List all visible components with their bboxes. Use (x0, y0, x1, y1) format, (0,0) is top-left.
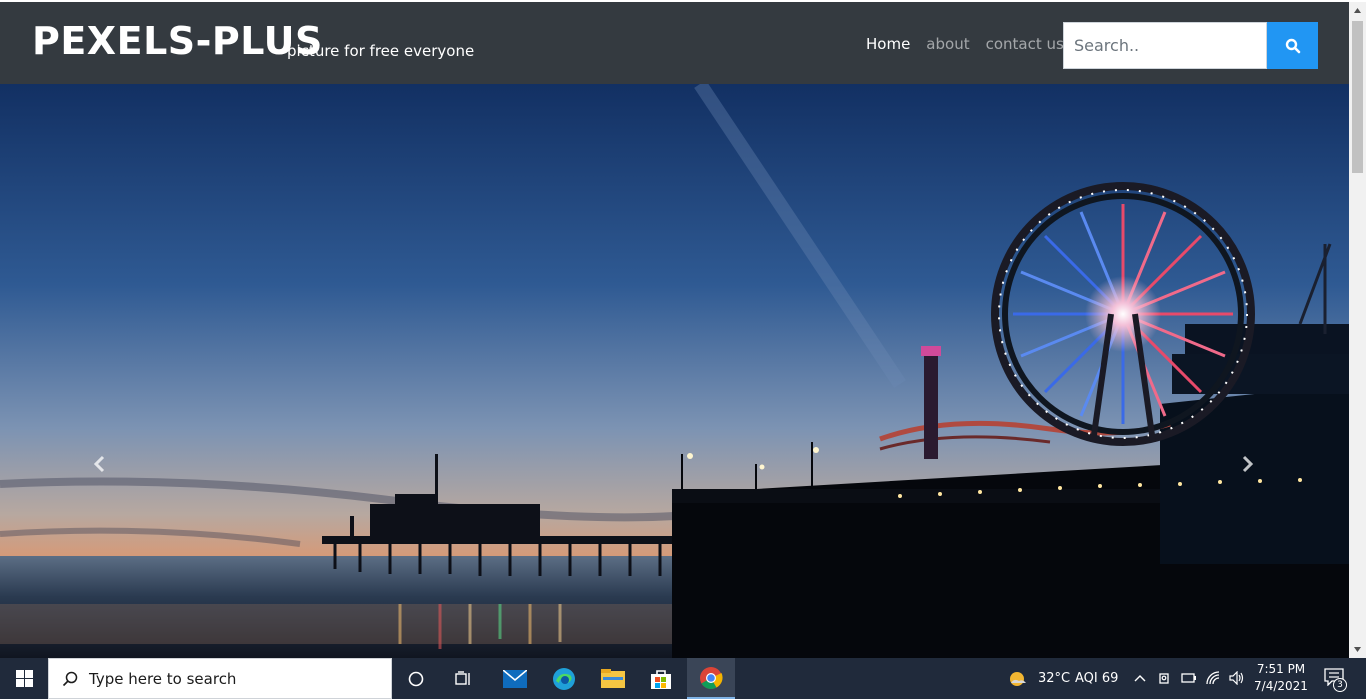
search-input[interactable] (1063, 22, 1267, 69)
edge-app-button[interactable] (540, 658, 588, 699)
chrome-icon (700, 666, 723, 689)
volume-icon[interactable] (1229, 671, 1245, 685)
search-icon (1285, 38, 1300, 53)
brand-logo[interactable]: PEXELS-PLUS (32, 19, 323, 63)
chevron-left-icon (93, 455, 105, 473)
taskbar-search-placeholder: Type here to search (89, 669, 237, 688)
mail-icon (503, 669, 527, 688)
cortana-icon (408, 671, 424, 686)
carousel-next-button[interactable] (1227, 444, 1267, 484)
browser-viewport: PEXELS-PLUS picture for free everyone Ho… (0, 0, 1366, 658)
taskbar-clock[interactable]: 7:51 PM 7/4/2021 (1250, 661, 1312, 695)
nav-link-home[interactable]: Home (858, 35, 918, 53)
mail-app-button[interactable] (491, 658, 539, 699)
chevron-right-icon (1242, 455, 1254, 473)
task-view-icon (455, 670, 470, 685)
notification-center-button[interactable]: 3 (1322, 666, 1348, 692)
weather-temperature[interactable]: 32°C (1038, 671, 1070, 686)
start-button[interactable] (0, 658, 48, 699)
weather-icon[interactable] (1008, 669, 1028, 689)
clock-date: 7/4/2021 (1254, 679, 1308, 693)
scroll-down-icon[interactable] (1353, 645, 1362, 654)
battery-icon[interactable] (1181, 672, 1197, 684)
store-app-button[interactable] (637, 658, 685, 699)
clock-time: 7:51 PM (1256, 662, 1306, 676)
store-icon (651, 669, 671, 689)
scroll-up-icon[interactable] (1353, 6, 1362, 15)
taskbar: Type here to search 32°C AQI 69 7:51 PM … (0, 658, 1366, 699)
navbar: PEXELS-PLUS picture for free everyone Ho… (0, 2, 1349, 84)
nav-links: Home about contact us (858, 35, 1072, 53)
edge-icon (553, 667, 575, 690)
meet-now-icon[interactable] (1158, 671, 1172, 685)
taskbar-search-box[interactable]: Type here to search (48, 658, 392, 699)
windows-icon (15, 670, 33, 687)
air-quality-index[interactable]: AQI 69 (1075, 671, 1118, 686)
file-explorer-icon (601, 668, 625, 688)
chevron-up-icon[interactable] (1134, 673, 1146, 683)
hero-image (0, 84, 1349, 658)
cortana-button[interactable] (392, 658, 440, 699)
carousel-prev-button[interactable] (80, 444, 120, 484)
task-view-button[interactable] (440, 658, 488, 699)
file-explorer-button[interactable] (589, 658, 637, 699)
wifi-icon[interactable] (1206, 671, 1222, 685)
hero-carousel (0, 84, 1349, 658)
nav-link-contact[interactable]: contact us (978, 35, 1072, 53)
scroll-thumb[interactable] (1352, 21, 1363, 173)
search-icon (62, 671, 78, 687)
page-scrollbar[interactable] (1349, 2, 1366, 658)
chrome-app-button[interactable] (687, 658, 735, 699)
notification-count-badge: 3 (1333, 678, 1347, 692)
brand-tagline: picture for free everyone (287, 42, 475, 60)
nav-link-about[interactable]: about (918, 35, 977, 53)
search-button[interactable] (1267, 22, 1318, 69)
